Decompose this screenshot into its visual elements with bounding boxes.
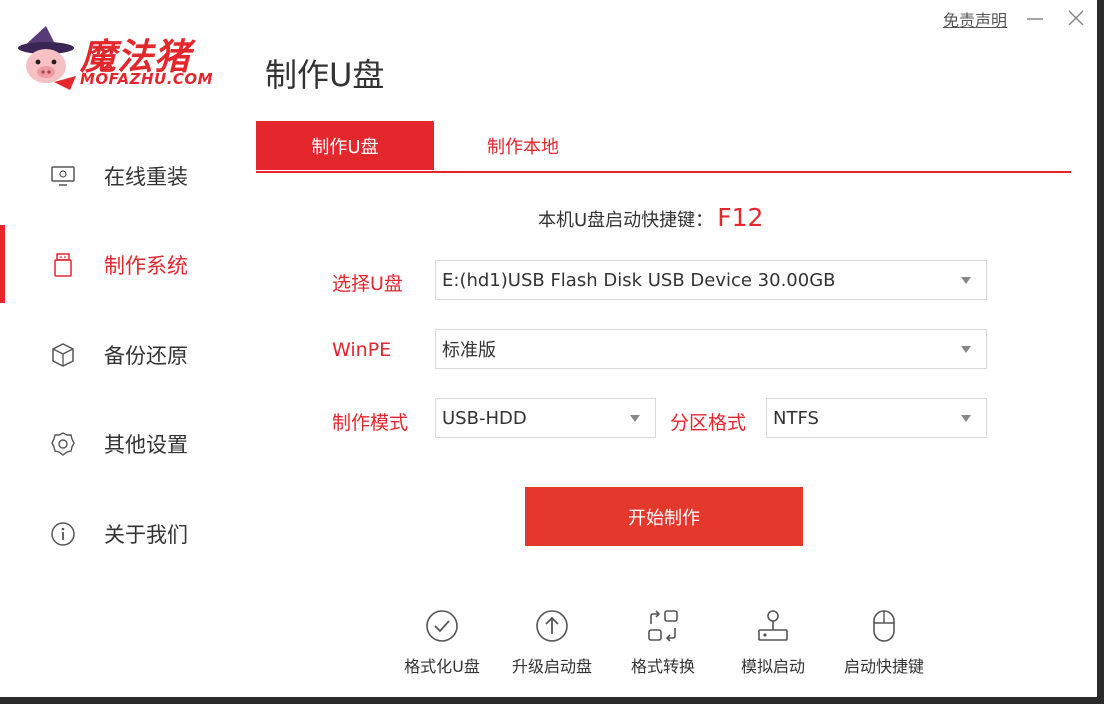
close-button[interactable] bbox=[1064, 6, 1088, 30]
partition-select-value: NTFS bbox=[773, 407, 819, 429]
check-circle-icon bbox=[387, 605, 497, 647]
minimize-icon bbox=[1027, 18, 1043, 20]
tool-label: 升级启动盘 bbox=[511, 657, 592, 676]
hotkey-value: F12 bbox=[717, 203, 764, 232]
cube-icon bbox=[48, 340, 78, 370]
chevron-down-icon bbox=[961, 346, 971, 353]
sidebar-item-label: 备份还原 bbox=[104, 344, 188, 368]
tool-label: 启动快捷键 bbox=[843, 657, 924, 676]
app-window: 魔法猪 MOFAZHU.COM 制作U盘 免责声明 在线重装 制作系统 备份还原 bbox=[0, 0, 1097, 697]
tool-boot-hotkey[interactable]: 启动快捷键 bbox=[829, 605, 939, 677]
sidebar-item-label: 关于我们 bbox=[104, 523, 188, 547]
tool-label: 格式化U盘 bbox=[404, 657, 480, 676]
tool-simulate-boot[interactable]: 模拟启动 bbox=[718, 605, 828, 677]
winpe-select-value: 标准版 bbox=[442, 340, 496, 361]
start-make-button[interactable]: 开始制作 bbox=[525, 487, 803, 546]
winpe-select-label: WinPE bbox=[332, 339, 392, 361]
tab-make-usb[interactable]: 制作U盘 bbox=[256, 121, 434, 170]
sidebar-item-backup-restore[interactable]: 备份还原 bbox=[0, 315, 230, 395]
tool-format-convert[interactable]: 格式转换 bbox=[608, 605, 718, 677]
chevron-down-icon bbox=[961, 415, 971, 422]
brand-logo: 魔法猪 MOFAZHU.COM bbox=[14, 24, 244, 96]
sidebar-item-label: 在线重装 bbox=[104, 165, 188, 189]
sidebar-item-online-reinstall[interactable]: 在线重装 bbox=[0, 136, 230, 216]
tab-bar: 制作U盘 制作本地 bbox=[256, 121, 1071, 173]
upload-circle-icon bbox=[497, 605, 607, 647]
partition-select-label: 分区格式 bbox=[670, 412, 747, 434]
pig-wizard-mascot-icon bbox=[18, 26, 76, 90]
sidebar-item-label: 其他设置 bbox=[104, 433, 188, 457]
chevron-down-icon bbox=[961, 277, 971, 284]
convert-icon bbox=[608, 605, 718, 647]
mouse-icon bbox=[829, 605, 939, 647]
joystick-icon bbox=[718, 605, 828, 647]
chevron-down-icon bbox=[630, 415, 640, 422]
minimize-button[interactable] bbox=[1023, 6, 1047, 30]
disclaimer-link[interactable]: 免责声明 bbox=[943, 7, 1007, 31]
sidebar-item-make-system[interactable]: 制作系统 bbox=[0, 225, 230, 305]
sidebar-item-other-settings[interactable]: 其他设置 bbox=[0, 404, 230, 484]
boot-hotkey-info: 本机U盘启动快捷键： F12 bbox=[538, 203, 763, 232]
usb-select-value: E:(hd1)USB Flash Disk USB Device 30.00GB bbox=[442, 269, 836, 291]
mode-select[interactable]: USB-HDD bbox=[435, 398, 656, 438]
monitor-icon bbox=[48, 161, 78, 191]
tool-label: 格式转换 bbox=[630, 657, 695, 676]
sidebar-item-label: 制作系统 bbox=[104, 254, 188, 278]
tool-label: 模拟启动 bbox=[740, 657, 805, 676]
mode-select-label: 制作模式 bbox=[332, 412, 409, 434]
usb-select[interactable]: E:(hd1)USB Flash Disk USB Device 30.00GB bbox=[435, 260, 987, 300]
tool-format-usb[interactable]: 格式化U盘 bbox=[387, 605, 497, 677]
close-icon bbox=[1068, 10, 1084, 26]
partition-select[interactable]: NTFS bbox=[766, 398, 987, 438]
tab-make-local[interactable]: 制作本地 bbox=[434, 121, 612, 170]
usb-drive-icon bbox=[48, 250, 78, 280]
info-icon bbox=[48, 519, 78, 549]
gear-icon bbox=[48, 429, 78, 459]
mode-select-value: USB-HDD bbox=[442, 407, 527, 429]
sidebar-item-about-us[interactable]: 关于我们 bbox=[0, 494, 230, 574]
tool-upgrade-boot-disk[interactable]: 升级启动盘 bbox=[497, 605, 607, 677]
page-title: 制作U盘 bbox=[265, 56, 385, 94]
hotkey-label: 本机U盘启动快捷键： bbox=[538, 210, 714, 231]
winpe-select[interactable]: 标准版 bbox=[435, 329, 987, 369]
usb-select-label: 选择U盘 bbox=[332, 273, 403, 295]
brand-name-en: MOFAZHU.COM bbox=[80, 70, 214, 88]
